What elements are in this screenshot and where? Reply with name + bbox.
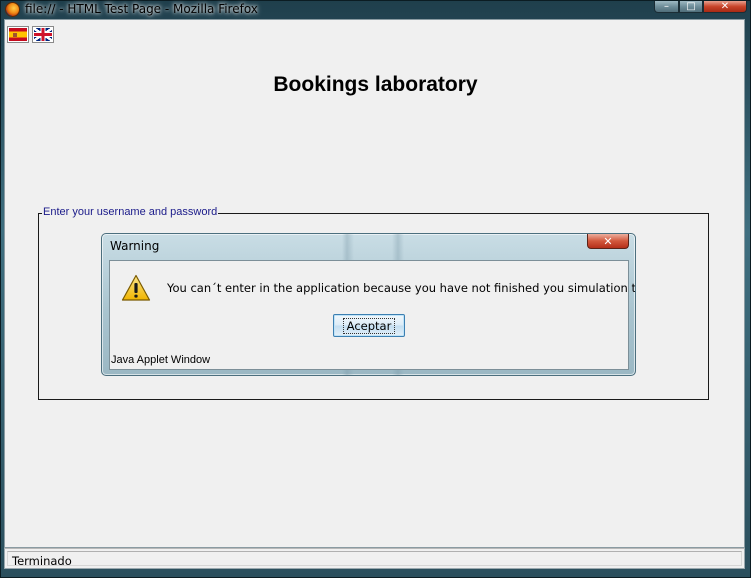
dialog-message: You can´t enter in the application becau… (167, 281, 636, 295)
uk-flag-icon (34, 28, 52, 41)
warning-icon (121, 274, 151, 301)
warning-dialog: Warning ✕ You can´t enter in the applica… (101, 233, 636, 376)
accept-button-label: Aceptar (342, 317, 396, 334)
minimize-icon: – (664, 0, 669, 12)
maximize-icon: □ (686, 0, 696, 12)
close-icon: ✕ (603, 234, 613, 248)
spain-flag-icon (9, 28, 27, 41)
english-language-link[interactable] (32, 26, 54, 43)
dialog-title: Warning (110, 239, 160, 253)
status-bar-panel: Terminado (7, 551, 742, 568)
maximize-button[interactable]: □ (679, 1, 703, 13)
login-legend: Enter your username and password (42, 206, 219, 218)
applet-window-label: Java Applet Window (111, 354, 211, 366)
accept-button[interactable]: Aceptar (333, 314, 405, 337)
minimize-button[interactable]: – (654, 1, 679, 13)
caption-buttons: – □ ✕ (654, 1, 747, 13)
status-bar: Terminado (4, 548, 745, 569)
window-title: file:// - HTML Test Page - Mozilla Firef… (25, 2, 258, 16)
title-bar[interactable]: file:// - HTML Test Page - Mozilla Firef… (1, 1, 751, 19)
spanish-language-link[interactable] (7, 26, 29, 43)
firefox-window: file:// - HTML Test Page - Mozilla Firef… (0, 0, 751, 578)
page-title: Bookings laboratory (273, 73, 478, 96)
status-text: Terminado (12, 554, 72, 568)
close-window-button[interactable]: ✕ (703, 1, 747, 13)
dialog-close-button[interactable]: ✕ (587, 234, 629, 249)
dialog-body: You can´t enter in the application becau… (109, 260, 635, 370)
firefox-icon[interactable] (5, 2, 20, 17)
close-icon: ✕ (720, 0, 730, 12)
